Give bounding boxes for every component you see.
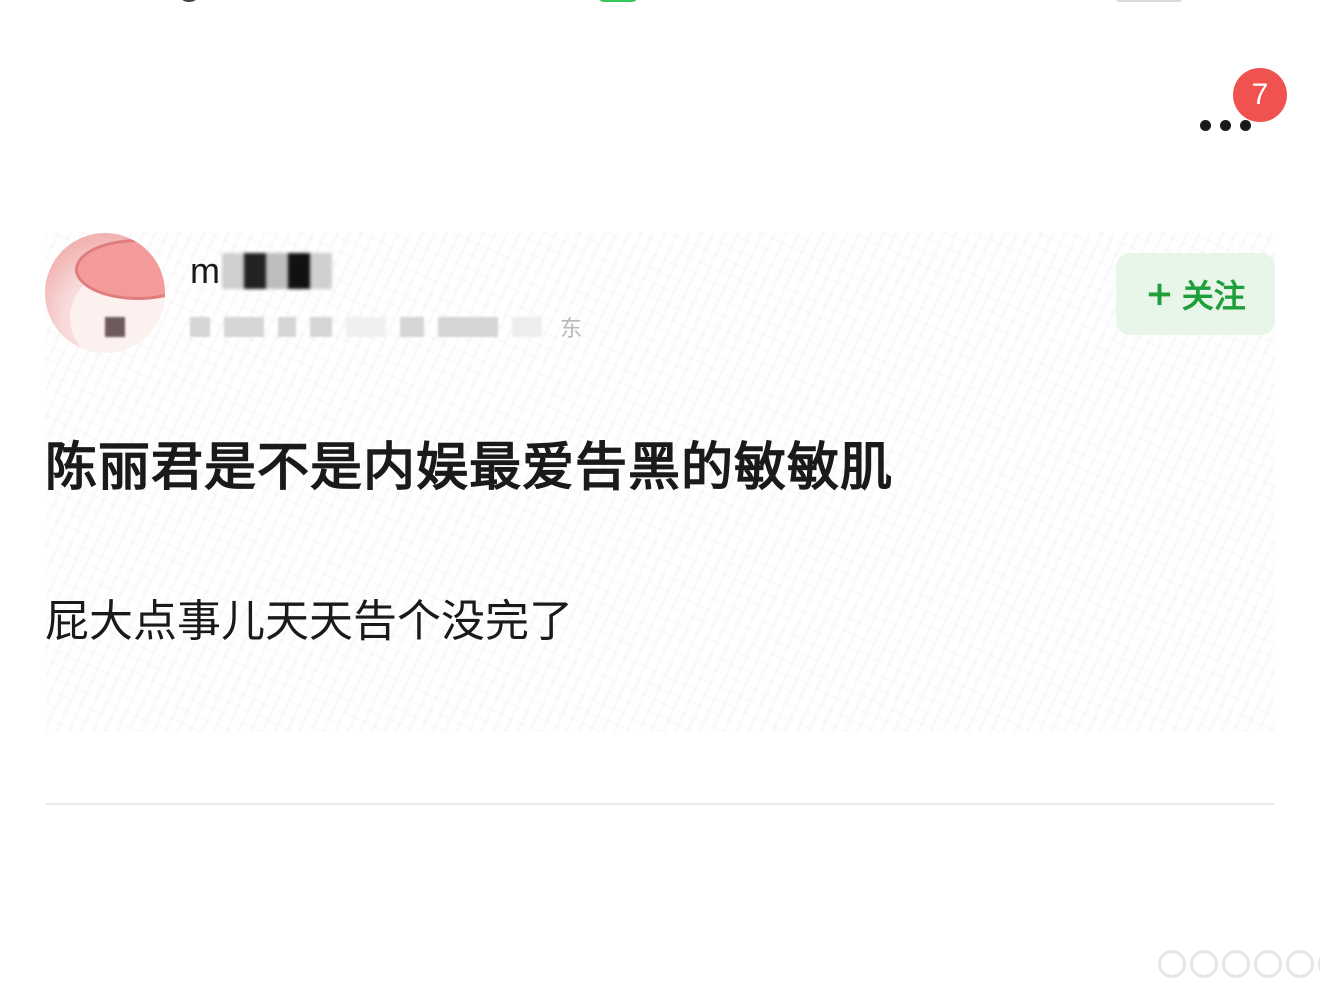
more-dot-icon	[1200, 119, 1211, 131]
watermark-logo	[1158, 950, 1320, 978]
follow-label: 关注	[1181, 277, 1246, 315]
status-fragment-right	[1114, 0, 1184, 2]
watermark-circle-icon	[1158, 950, 1186, 978]
watermark-circle-icon	[1190, 950, 1218, 978]
watermark-circle-icon	[1286, 950, 1314, 978]
meta-mosaic	[310, 317, 332, 337]
status-fragment-center	[598, 0, 638, 2]
meta-mosaic	[346, 317, 386, 337]
author-name-mosaic	[222, 253, 332, 289]
meta-mosaic	[278, 317, 296, 337]
post-title: 陈丽君是不是内娱最爱告黑的敏敏肌	[45, 438, 894, 498]
author-name-row[interactable]: m	[190, 246, 332, 296]
watermark-circle-icon	[1222, 950, 1250, 978]
meta-mosaic	[512, 317, 542, 337]
avatar-mosaic	[105, 317, 125, 337]
follow-button[interactable]: + 关注	[1116, 253, 1275, 335]
status-fragment-left	[180, 0, 198, 2]
avatar[interactable]	[45, 233, 165, 353]
notification-badge[interactable]: 7	[1233, 68, 1287, 122]
author-name[interactable]: m	[190, 250, 220, 292]
meta-mosaic	[438, 317, 498, 337]
watermark-circle-icon	[1254, 950, 1282, 978]
meta-mosaic	[400, 317, 424, 337]
author-meta: 东	[190, 315, 670, 342]
plus-icon: +	[1145, 274, 1174, 314]
more-dot-icon	[1240, 119, 1251, 131]
meta-mosaic	[190, 317, 210, 337]
divider	[45, 803, 1275, 805]
meta-mosaic	[224, 317, 264, 337]
author-location: 东	[560, 317, 583, 342]
post-body: 屁大点事儿天天告个没完了	[45, 596, 573, 647]
more-dot-icon	[1220, 119, 1231, 131]
